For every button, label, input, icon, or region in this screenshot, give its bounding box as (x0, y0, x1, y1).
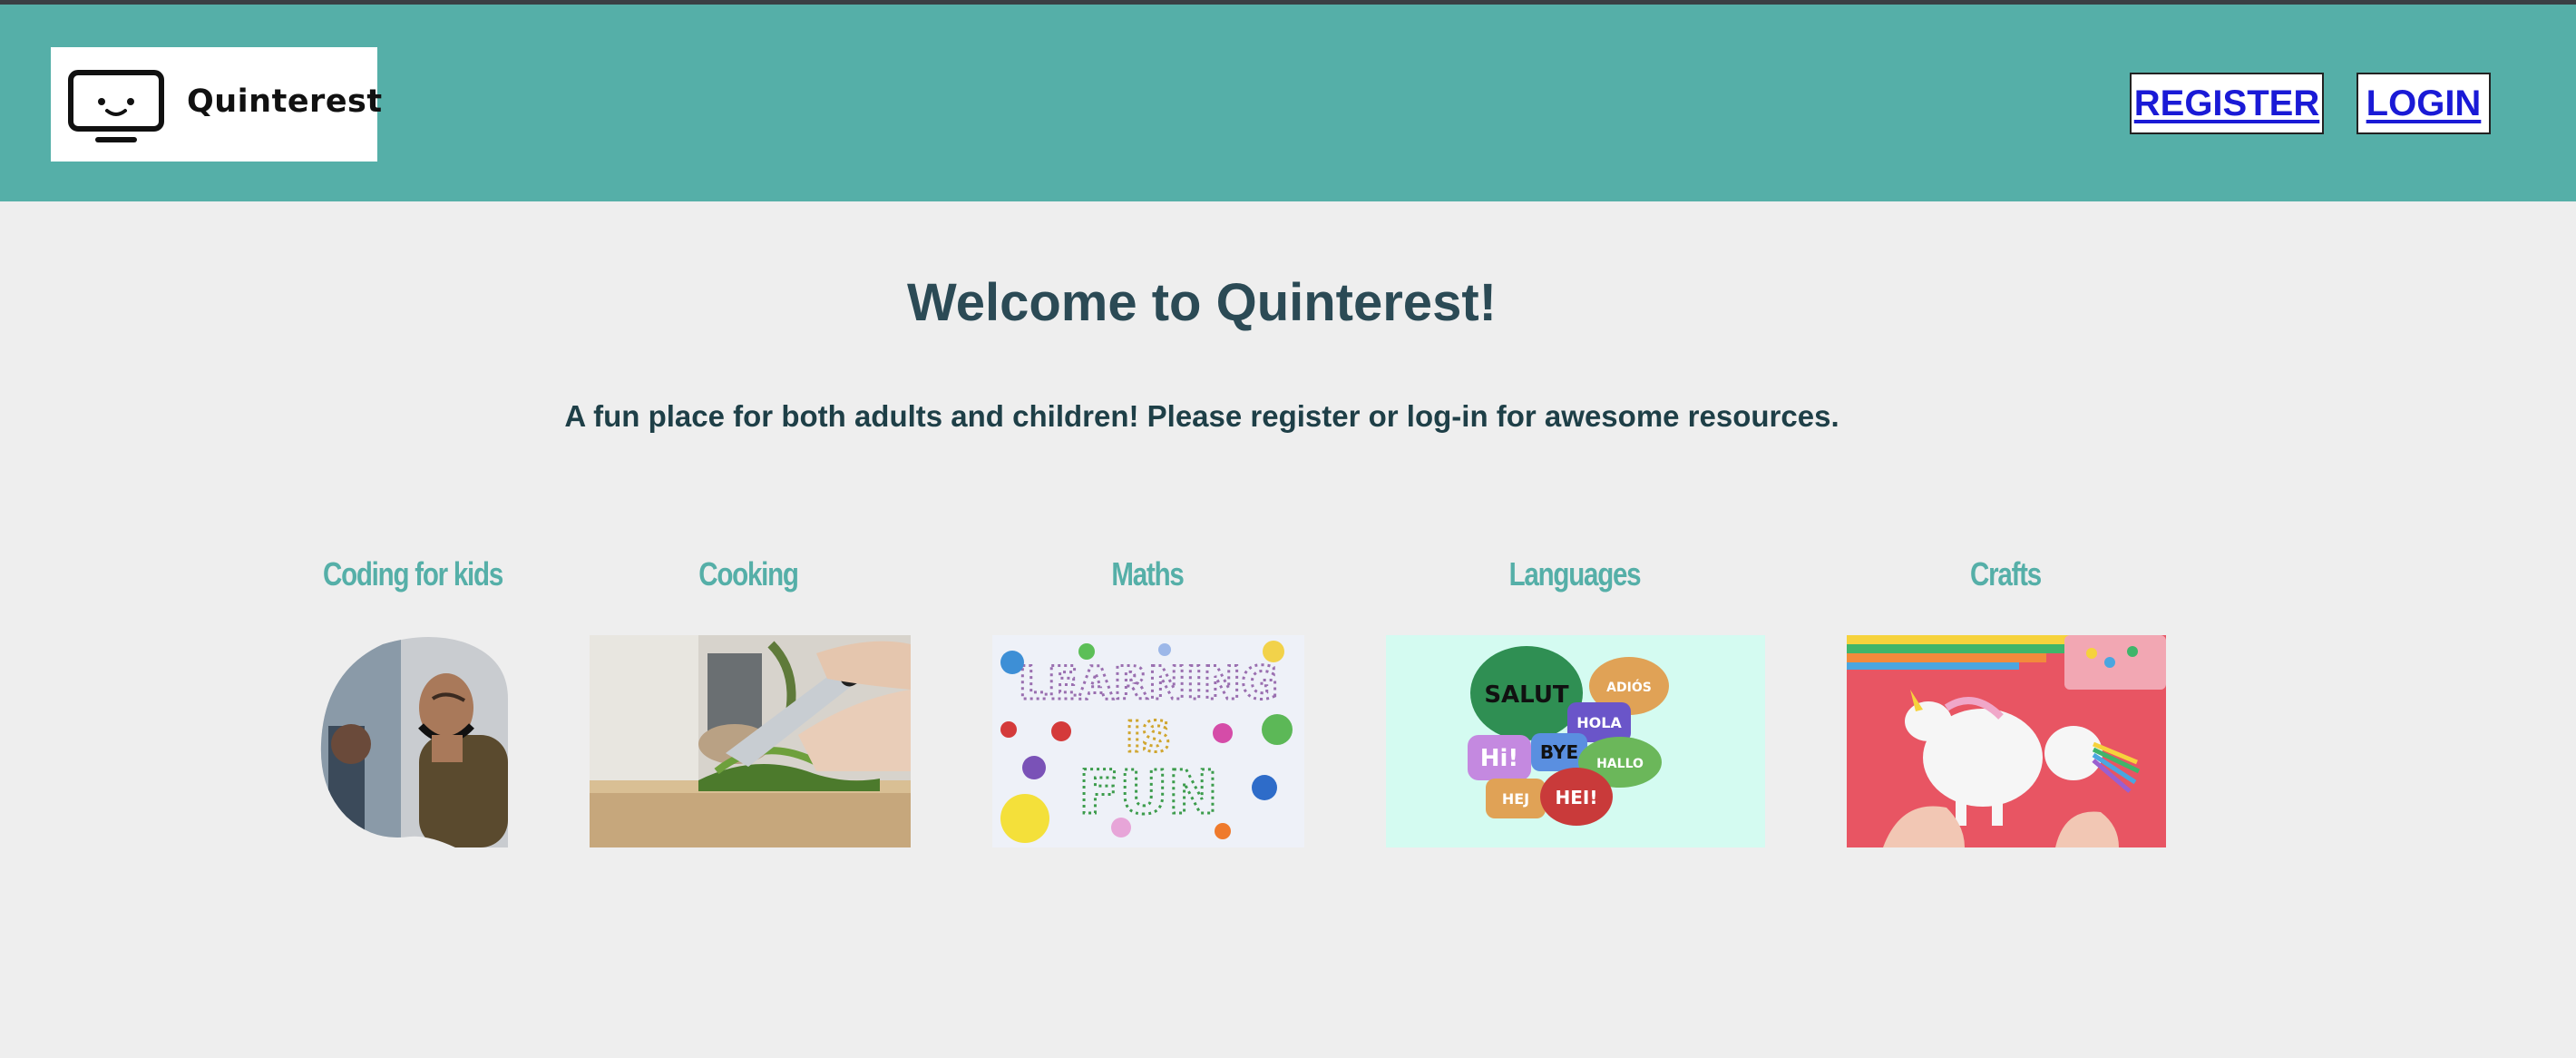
category-label-crafts[interactable]: Crafts (1913, 555, 2099, 593)
is-text: IS (1126, 712, 1171, 761)
category-image-cooking[interactable] (590, 635, 911, 847)
chopping-herbs-photo (590, 635, 911, 847)
bubble-bye: BYE (1540, 741, 1578, 763)
person-headphones-photo (320, 636, 508, 847)
page-title: Welcome to Quinterest! (907, 273, 1497, 332)
category-label-maths[interactable]: Maths (1055, 555, 1241, 593)
speech-bubbles-image: SALUT ADIÓS HOLA Hi! BYE HALLO HEJ HEI! (1386, 635, 1765, 847)
category-image-languages[interactable]: SALUT ADIÓS HOLA Hi! BYE HALLO HEJ HEI! (1386, 635, 1765, 847)
category-label-languages[interactable]: Languages (1482, 555, 1668, 593)
category-label-cooking[interactable]: Cooking (656, 555, 842, 593)
register-link[interactable]: REGISTER (2130, 73, 2324, 134)
page-subtitle: A fun place for both adults and children… (564, 399, 1839, 433)
site-header: Quinterest REGISTER LOGIN (0, 5, 2576, 201)
logo-text: Quinterest (187, 83, 383, 120)
site-logo[interactable]: Quinterest (51, 47, 382, 162)
learning-text: LEARNING (1019, 657, 1279, 710)
tv-smiley-icon (68, 70, 164, 142)
bubble-hi: Hi! (1480, 745, 1519, 772)
fun-text: FUN (1078, 758, 1218, 828)
bubble-hej: HEJ (1502, 790, 1529, 808)
category-image-crafts[interactable] (1847, 635, 2166, 847)
bubble-adios: ADIÓS (1606, 679, 1652, 695)
paper-unicorn-photo (1847, 635, 2166, 847)
bubble-salut: SALUT (1484, 681, 1569, 709)
learning-is-fun-image: LEARNING IS FUN (992, 635, 1304, 847)
category-label-coding[interactable]: Coding for kids (320, 555, 506, 593)
bubble-hola: HOLA (1576, 714, 1622, 731)
login-link[interactable]: LOGIN (2356, 73, 2491, 134)
bubble-hei: HEI! (1556, 787, 1598, 808)
category-image-maths[interactable]: LEARNING IS FUN (992, 635, 1304, 847)
bubble-hallo: HALLO (1596, 757, 1644, 771)
category-image-coding[interactable] (319, 635, 508, 847)
